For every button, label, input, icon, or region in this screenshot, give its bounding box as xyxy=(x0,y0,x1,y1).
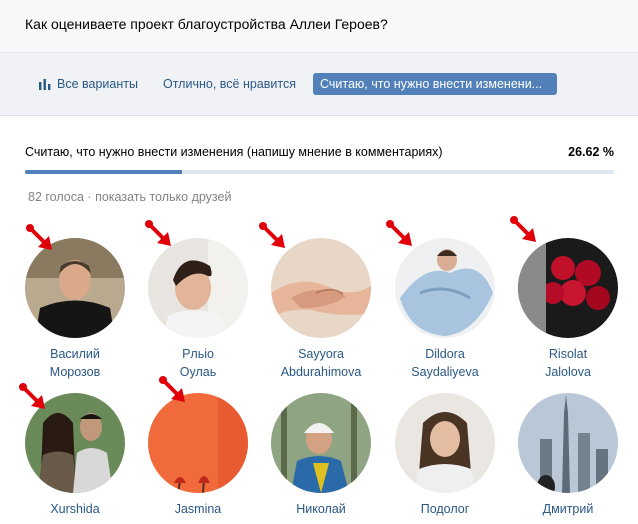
voter-first-name: Николай xyxy=(296,502,346,516)
photo-baby-blanket xyxy=(395,238,495,338)
voter-first-name: Dildora xyxy=(425,347,465,361)
avatar[interactable] xyxy=(25,393,125,493)
voter-first-name: Дмитрий xyxy=(542,502,594,516)
answer-tabs: Все варианты Отлично, всё нравится Счита… xyxy=(0,53,638,116)
photo-red-roses xyxy=(518,238,618,338)
avatar[interactable] xyxy=(271,393,371,493)
voter-last-name: Abdurahimova xyxy=(280,365,362,379)
voter-last-name: Jalolova xyxy=(545,365,591,379)
avatar[interactable] xyxy=(395,393,495,493)
voter-first-name: Подолог xyxy=(420,502,470,516)
voter-name[interactable]: Василий Морозов xyxy=(20,345,130,381)
voter-name[interactable]: Николай xyxy=(266,500,376,518)
result-progress-bar xyxy=(25,170,614,174)
voter-card[interactable]: Рльio Оулаь xyxy=(143,238,253,381)
voter-card[interactable]: Дмитрий xyxy=(513,393,623,518)
separator-dot: · xyxy=(87,190,92,204)
voter-card[interactable]: Василий Морозов xyxy=(20,238,130,381)
tab-all-options[interactable]: Все варианты xyxy=(32,73,145,95)
avatar[interactable] xyxy=(271,238,371,338)
avatar[interactable] xyxy=(518,238,618,338)
photo-man-leather-jacket xyxy=(25,238,125,338)
show-friends-link[interactable]: показать только друзей xyxy=(95,190,231,204)
voter-name[interactable]: Рльio Оулаь xyxy=(143,345,253,381)
voter-name[interactable]: Xurshida xyxy=(20,500,130,518)
photo-orange-tulips xyxy=(148,393,248,493)
voter-name[interactable]: Risolat Jalolova xyxy=(513,345,623,381)
voter-card[interactable]: Jasmina xyxy=(143,393,253,518)
avatar[interactable] xyxy=(148,238,248,338)
avatar[interactable] xyxy=(518,393,618,493)
voter-card[interactable]: Николай xyxy=(266,393,376,518)
voter-first-name: Sayyora xyxy=(298,347,344,361)
result-row: Считаю, что нужно внести изменения (напи… xyxy=(25,145,614,161)
avatar[interactable] xyxy=(25,238,125,338)
voter-card[interactable]: Sayyora Abdurahimova xyxy=(266,238,376,381)
photo-man-helmet-forest xyxy=(271,393,371,493)
voter-card[interactable]: Dildora Saydaliyeva xyxy=(390,238,500,381)
photo-couple xyxy=(25,393,125,493)
poll-question: Как оцениваете проект благоустройства Ал… xyxy=(25,16,388,32)
voter-first-name: Jasmina xyxy=(174,502,222,516)
result-progress-fill xyxy=(25,170,182,174)
voter-card[interactable]: Подолог xyxy=(390,393,500,518)
voter-name[interactable]: Дмитрий xyxy=(513,500,623,518)
voter-name[interactable]: Sayyora Abdurahimova xyxy=(266,345,376,381)
poll-header: Как оцениваете проект благоустройства Ал… xyxy=(0,0,638,53)
voter-last-name: Оулаь xyxy=(179,365,217,379)
voter-card[interactable]: Xurshida xyxy=(20,393,130,518)
voter-name[interactable]: Подолог xyxy=(390,500,500,518)
voter-card[interactable]: Risolat Jalolova xyxy=(513,238,623,381)
photo-woman-portrait xyxy=(395,393,495,493)
voter-last-name: Saydaliyeva xyxy=(411,365,479,379)
tab-excellent[interactable]: Отлично, всё нравится xyxy=(156,73,303,95)
avatar[interactable] xyxy=(148,393,248,493)
photo-young-man xyxy=(148,238,248,338)
bar-chart-icon xyxy=(39,79,51,91)
votes-line: 82 голоса · показать только друзей xyxy=(28,190,231,204)
photo-holding-hands xyxy=(271,238,371,338)
voter-first-name: Рльio xyxy=(182,347,214,361)
voter-name[interactable]: Jasmina xyxy=(143,500,253,518)
tab-label: Все варианты xyxy=(57,77,138,91)
tab-label: Считаю, что нужно внести изменени... xyxy=(320,77,543,91)
voter-first-name: Risolat xyxy=(548,347,588,361)
photo-city-skyscrapers xyxy=(518,393,618,493)
tab-label: Отлично, всё нравится xyxy=(163,77,296,91)
voter-last-name: Морозов xyxy=(49,365,101,379)
voter-first-name: Xurshida xyxy=(50,502,100,516)
avatar[interactable] xyxy=(395,238,495,338)
voter-name[interactable]: Dildora Saydaliyeva xyxy=(390,345,500,381)
votes-count: 82 голоса xyxy=(28,190,84,204)
result-percent: 26.62 % xyxy=(568,145,614,159)
tab-need-changes[interactable]: Считаю, что нужно внести изменени... xyxy=(313,73,557,95)
voter-first-name: Василий xyxy=(50,347,100,361)
result-label: Считаю, что нужно внести изменения (напи… xyxy=(25,145,443,159)
